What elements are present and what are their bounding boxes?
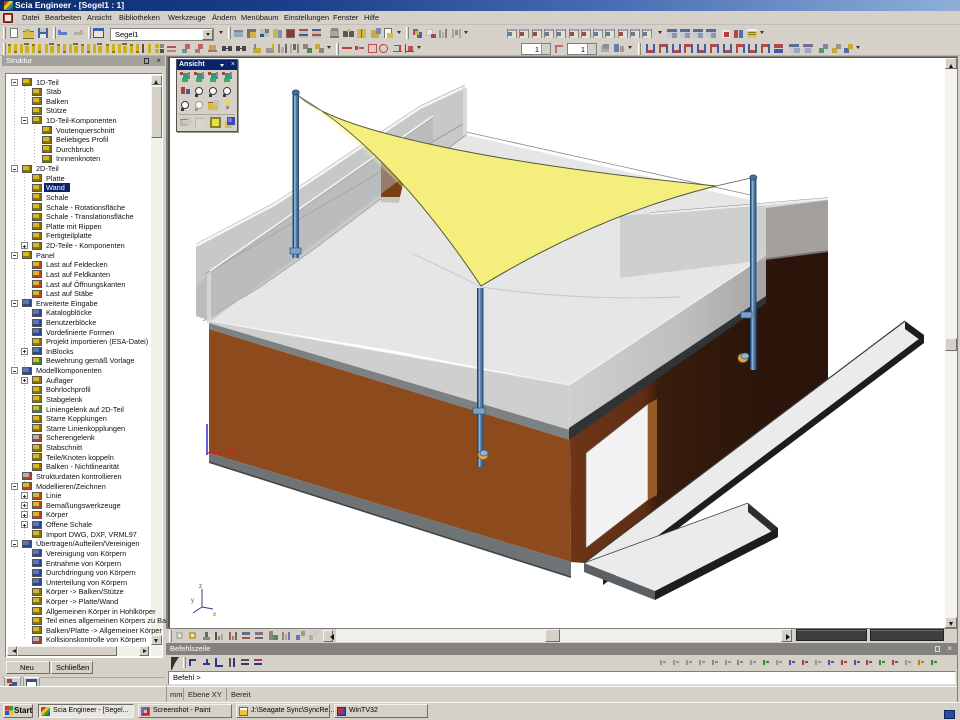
svg-text:y: y [191, 598, 194, 604]
svg-text:x: x [225, 455, 228, 461]
svg-text:x: x [213, 612, 216, 618]
svg-text:z: z [199, 584, 202, 590]
